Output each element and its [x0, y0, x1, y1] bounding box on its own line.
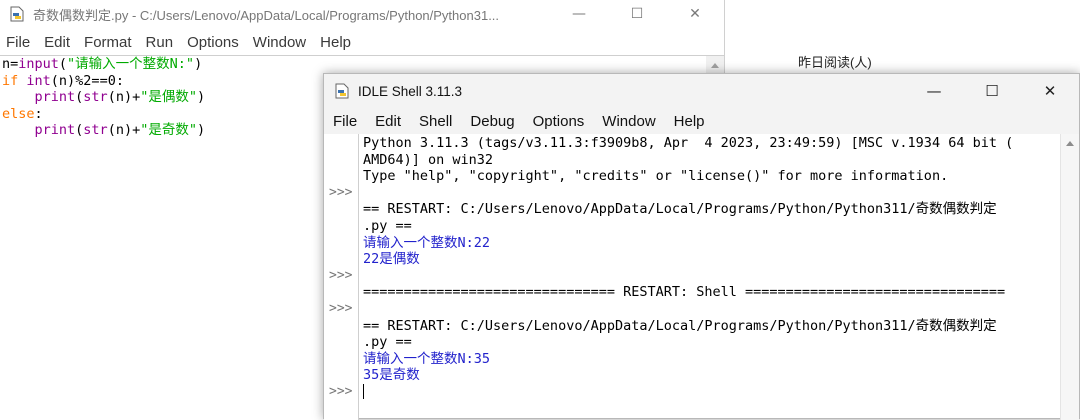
restart-line: == RESTART: C:/Users/Lenovo/AppData/Loca…	[363, 201, 997, 218]
python-file-icon	[9, 6, 25, 22]
code-line-2: if int(n)%2==0:	[2, 72, 124, 89]
shell-prompt: >>>	[329, 185, 353, 200]
banner-line: Type "help", "copyright", "credits" or "…	[363, 168, 949, 185]
shell-window: IDLE Shell 3.11.3 — ☐ ✕ File Edit Shell …	[323, 73, 1080, 420]
menu-options[interactable]: Options	[181, 34, 247, 51]
background-label: 昨日阅读(人)	[798, 55, 872, 70]
menu-file[interactable]: File	[0, 34, 38, 51]
shell-title-bar[interactable]: IDLE Shell 3.11.3 — ☐ ✕	[324, 74, 1079, 108]
scroll-up-arrow-icon[interactable]	[1066, 141, 1074, 146]
code-line-5: print(str(n)+"是奇数")	[34, 122, 206, 138]
restart-shell-line: =============================== RESTART:…	[363, 284, 1006, 301]
restart-line: .py ==	[363, 334, 412, 351]
menu-options[interactable]: Options	[523, 113, 593, 130]
menu-run[interactable]: Run	[140, 34, 182, 51]
stdout-line: 35是奇数	[363, 367, 420, 384]
shell-window-controls: — ☐ ✕	[905, 74, 1079, 108]
code-line-4: else:	[2, 105, 43, 122]
editor-menu-bar: File Edit Format Run Options Window Help	[0, 30, 359, 54]
shell-prompt: >>>	[329, 268, 353, 283]
shell-output-area[interactable]: Python 3.11.3 (tags/v3.11.3:f3909b8, Apr…	[363, 135, 1059, 401]
editor-title: 奇数偶数判定.py - C:/Users/Lenovo/AppData/Loca…	[33, 7, 500, 23]
maximize-button[interactable]: ☐	[963, 74, 1021, 108]
prompt-gutter: >>> >>> >>> >>>	[324, 134, 359, 420]
menu-edit[interactable]: Edit	[365, 113, 409, 130]
idle-app-icon	[334, 83, 350, 99]
code-editor[interactable]: n=input("请输入一个整数N:") if int(n)%2==0: prin…	[2, 56, 205, 139]
restart-line: .py ==	[363, 217, 412, 234]
input-line[interactable]	[363, 384, 1059, 401]
menu-edit[interactable]: Edit	[38, 34, 78, 51]
minimize-button[interactable]: —	[905, 74, 963, 108]
editor-window-controls: — ☐ ✕	[550, 0, 724, 28]
menu-window[interactable]: Window	[592, 113, 663, 130]
stdout-line: 22是偶数	[363, 251, 420, 268]
menu-help[interactable]: Help	[314, 34, 359, 51]
shell-title: IDLE Shell 3.11.3	[358, 83, 463, 99]
stdin-line: 请输入一个整数N:22	[363, 234, 491, 251]
menu-debug[interactable]: Debug	[460, 113, 522, 130]
shell-prompt: >>>	[329, 384, 353, 399]
editor-title-bar[interactable]: 奇数偶数判定.py - C:/Users/Lenovo/AppData/Loca…	[0, 0, 724, 28]
minimize-button[interactable]: —	[550, 0, 608, 28]
maximize-button[interactable]: ☐	[608, 0, 666, 28]
code-line-3: print(str(n)+"是偶数")	[34, 89, 206, 105]
code-line-1: n=input("请输入一个整数N:")	[2, 56, 203, 72]
shell-scrollbar[interactable]	[1060, 134, 1079, 420]
stdin-line: 请输入一个整数N:35	[363, 350, 491, 367]
banner-line: AMD64)] on win32	[363, 151, 494, 168]
close-button[interactable]: ✕	[1021, 74, 1079, 108]
banner-line: Python 3.11.3 (tags/v3.11.3:f3909b8, Apr…	[363, 135, 1014, 151]
menu-window[interactable]: Window	[247, 34, 314, 51]
close-button[interactable]: ✕	[666, 0, 724, 28]
menu-file[interactable]: File	[324, 113, 365, 130]
shell-prompt: >>>	[329, 301, 353, 316]
menu-format[interactable]: Format	[78, 34, 140, 51]
menu-shell[interactable]: Shell	[409, 113, 460, 130]
text-cursor	[363, 384, 364, 400]
menu-help[interactable]: Help	[664, 113, 713, 130]
scroll-up-arrow-icon[interactable]	[711, 63, 719, 68]
restart-line: == RESTART: C:/Users/Lenovo/AppData/Loca…	[363, 317, 997, 334]
shell-menu-bar: File Edit Shell Debug Options Window Hel…	[324, 108, 1079, 134]
